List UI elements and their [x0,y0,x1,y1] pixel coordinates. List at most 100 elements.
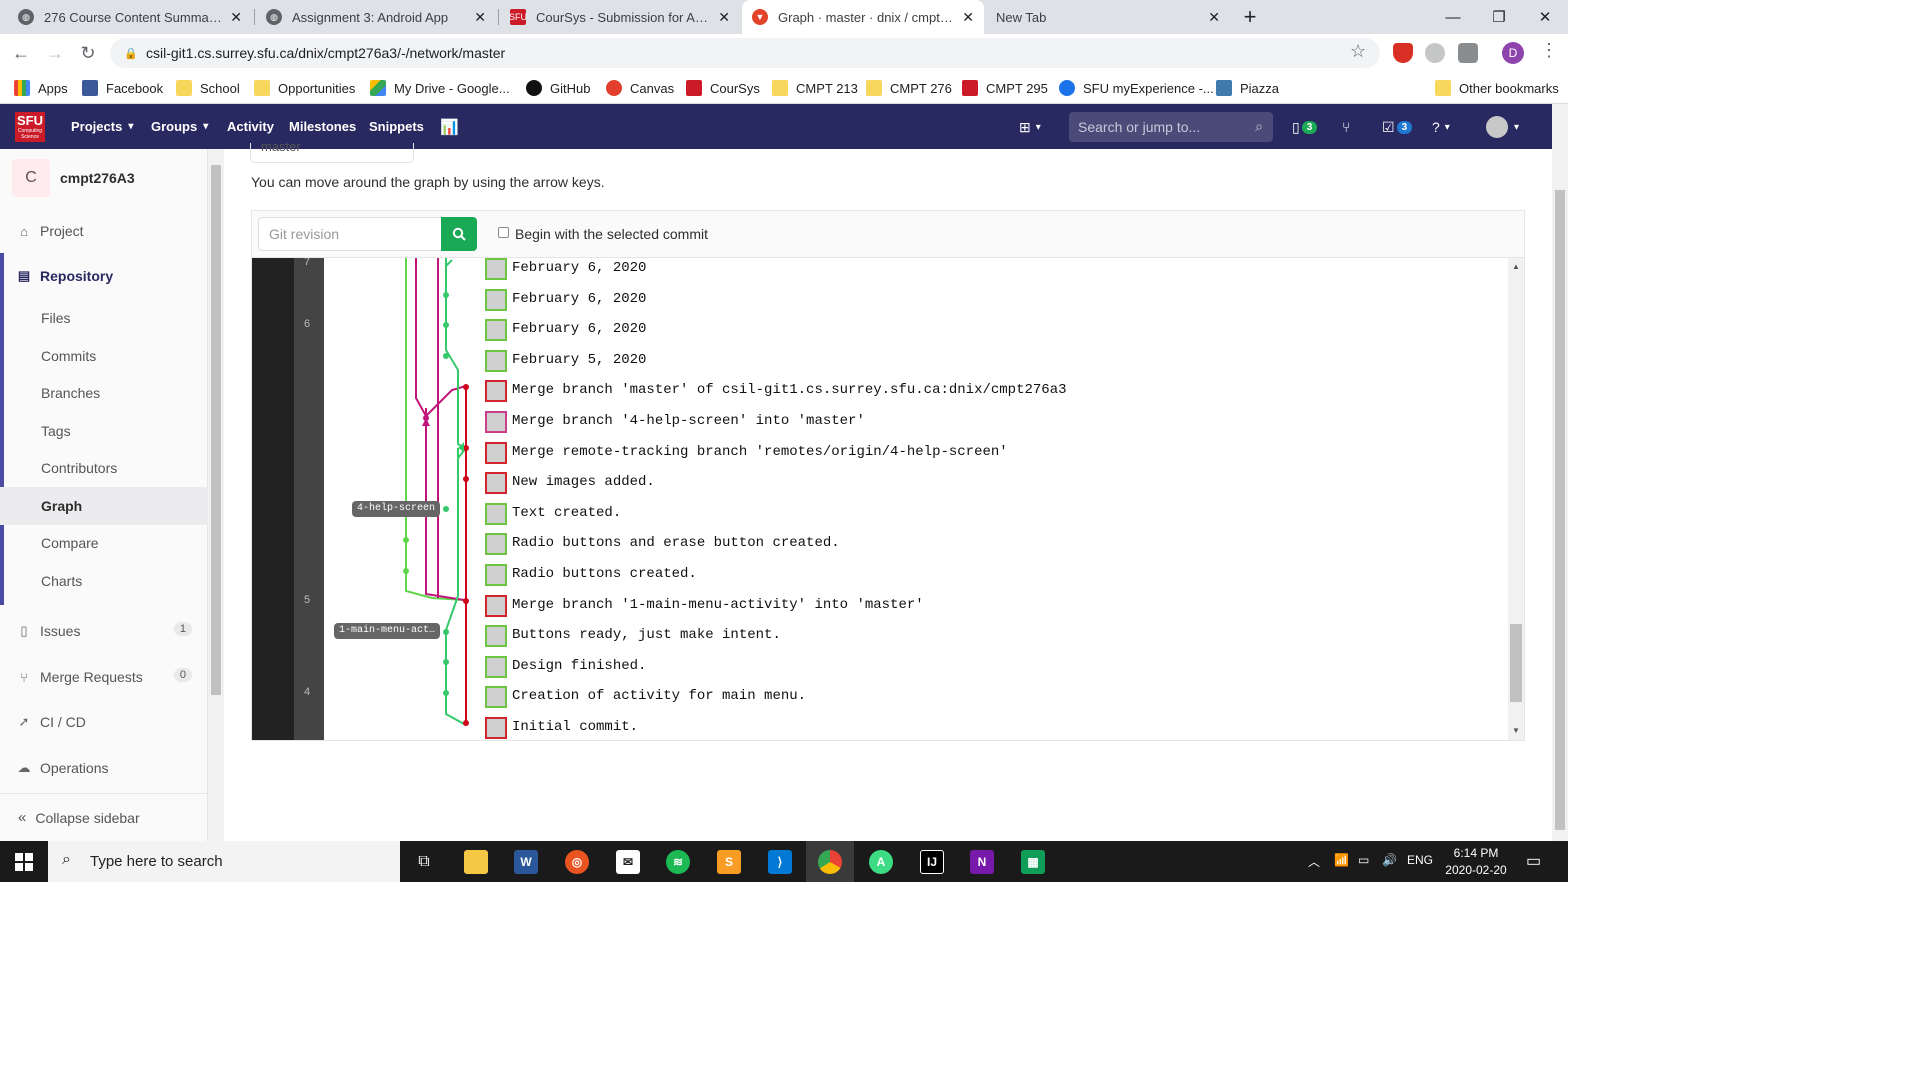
sheets-icon[interactable]: ▦ [1009,841,1057,882]
android-studio-icon[interactable]: A [857,841,905,882]
commit-message[interactable]: February 6, 2020 [512,291,646,307]
vscode-icon[interactable]: ⟩ [756,841,804,882]
sidebar-item-ci-cd[interactable]: ➚ CI / CD [0,703,208,741]
sidebar-sub-tags[interactable]: Tags [0,412,208,450]
nav-projects[interactable]: Projects ▾ [71,104,133,149]
commit-message[interactable]: Initial commit. [512,719,638,735]
spotify-icon[interactable]: ≋ [654,841,702,882]
begin-selected-checkbox[interactable] [498,227,509,238]
close-icon[interactable]: ✕ [230,9,242,26]
browser-tab[interactable]: ◍ Assignment 3: Android App ✕ [256,0,496,34]
bookmark-cmpt295[interactable]: CMPT 295 [962,77,1048,99]
bookmark-canvas[interactable]: Canvas [606,77,674,99]
windows-start-icon[interactable] [0,841,48,882]
bookmark-piazza[interactable]: Piazza [1216,77,1279,99]
tray-chevron-icon[interactable]: ︿ [1308,853,1320,870]
commit-message[interactable]: February 6, 2020 [512,260,646,276]
sidebar-sub-contributors[interactable]: Contributors [0,449,208,487]
taskbar-search-input[interactable]: ⌕ Type here to search [48,841,400,882]
search-button[interactable] [441,217,477,251]
commit-avatar[interactable] [485,533,507,556]
sidebar-item-project[interactable]: ⌂ Project [0,212,208,250]
commit-message[interactable]: February 6, 2020 [512,321,646,337]
bookmark-star-icon[interactable]: ☆ [1350,41,1366,62]
commit-message[interactable]: Merge branch 'master' of csil-git1.cs.su… [512,382,1067,398]
commit-message[interactable]: New images added. [512,474,655,490]
sidebar-item-operations[interactable]: ☁ Operations [0,749,208,787]
browser-tab-active[interactable]: ▼ Graph · master · dnix / cmpt276A ✕ [742,0,984,34]
commit-message[interactable]: Buttons ready, just make intent. [512,627,781,643]
mail-icon[interactable]: ✉ [604,841,652,882]
back-icon[interactable]: ← [8,40,34,66]
merge-request-icon[interactable]: ⑂ [1342,116,1350,138]
chart-icon[interactable]: 📊 [440,104,459,149]
nav-groups[interactable]: Groups ▾ [151,104,208,149]
close-icon[interactable]: ✕ [718,9,730,26]
user-avatar[interactable]: ▾ [1486,116,1519,138]
issues-icon[interactable]: ▯ 3 [1292,116,1318,138]
sidebar-sub-branches[interactable]: Branches [0,374,208,412]
task-view-icon[interactable]: ⧉ [400,841,448,882]
branch-label[interactable]: 4-help-screen [352,501,441,517]
sidebar-sub-compare[interactable]: Compare [0,524,208,562]
close-icon[interactable]: ✕ [1208,9,1220,26]
bookmark-github[interactable]: GitHub [526,77,590,99]
ubuntu-icon[interactable]: ◎ [553,841,601,882]
taskbar-clock[interactable]: 6:14 PM 2020-02-20 [1436,845,1516,879]
commit-message[interactable]: Creation of activity for main menu. [512,688,806,704]
new-item-icon[interactable]: ⊞ ▾ [1019,116,1041,138]
commit-avatar[interactable] [485,686,507,709]
sidebar-sub-charts[interactable]: Charts [0,562,208,600]
commit-avatar[interactable] [485,472,507,495]
bookmark-myexperience[interactable]: SFU myExperience -... [1059,77,1214,99]
sidebar-scrollbar[interactable] [208,149,224,841]
browser-tab[interactable]: ◍ 276 Course Content Summary (S ✕ [8,0,252,34]
sidebar-sub-files[interactable]: Files [0,299,208,337]
network-graph[interactable]: 7 6 5 4 4-help-screen 1-main-menu-act… F… [251,257,1525,741]
commit-avatar[interactable] [485,594,507,617]
bookmark-facebook[interactable]: Facebook [82,77,163,99]
commit-message[interactable]: Merge remote-tracking branch 'remotes/or… [512,444,1008,460]
address-bar[interactable]: 🔒 csil-git1.cs.surrey.sfu.ca/dnix/cmpt27… [110,38,1380,68]
restore-icon[interactable]: ❐ [1476,0,1522,34]
ref-dropdown[interactable]: master [250,143,414,163]
new-tab-button[interactable]: + [1236,4,1264,30]
commit-avatar[interactable] [485,564,507,586]
sublime-icon[interactable]: S [705,841,753,882]
commit-message[interactable]: Merge branch '1-main-menu-activity' into… [512,597,924,613]
sidebar-sub-commits[interactable]: Commits [0,337,208,375]
close-icon[interactable]: ✕ [474,9,486,26]
commit-avatar[interactable] [485,380,507,403]
branch-label[interactable]: 1-main-menu-act… [334,623,441,639]
volume-icon[interactable]: 🔊 [1382,853,1397,867]
bookmark-cmpt213[interactable]: CMPT 213 [772,77,858,99]
bookmark-apps[interactable]: Apps [14,77,68,99]
todos-icon[interactable]: ☑ 3 [1382,116,1413,138]
bookmark-coursys[interactable]: CourSys [686,77,760,99]
sfu-logo[interactable]: SFU Computing Science [15,112,45,142]
commit-message[interactable]: Merge branch '4-help-screen' into 'maste… [512,413,865,429]
close-window-icon[interactable]: ✕ [1522,0,1568,34]
other-bookmarks[interactable]: Other bookmarks [1435,77,1559,99]
commit-avatar[interactable] [485,441,507,464]
commit-avatar[interactable] [485,655,507,678]
commit-message[interactable]: Radio buttons and erase button created. [512,535,840,551]
minimize-icon[interactable]: — [1430,0,1476,34]
help-icon[interactable]: ? ▾ [1432,116,1450,138]
close-icon[interactable]: ✕ [962,9,974,26]
bookmark-drive[interactable]: My Drive - Google... [370,77,510,99]
bookmark-school[interactable]: School [176,77,240,99]
scroll-down-icon[interactable]: ▼ [1512,726,1520,735]
extension-card-icon[interactable] [1458,43,1478,63]
sidebar-project-header[interactable]: C cmpt276A3 [12,159,135,197]
commit-avatar[interactable] [485,349,507,372]
intellij-icon[interactable]: IJ [908,841,956,882]
commit-avatar[interactable] [485,411,507,433]
commit-avatar[interactable] [485,625,507,648]
extension-chat-icon[interactable] [1425,43,1445,63]
commit-message[interactable]: Text created. [512,505,621,521]
file-explorer-icon[interactable] [452,841,500,882]
page-scrollbar[interactable] [1552,104,1568,841]
forward-icon[interactable]: → [42,40,68,66]
wifi-icon[interactable]: 📶 [1334,853,1349,867]
